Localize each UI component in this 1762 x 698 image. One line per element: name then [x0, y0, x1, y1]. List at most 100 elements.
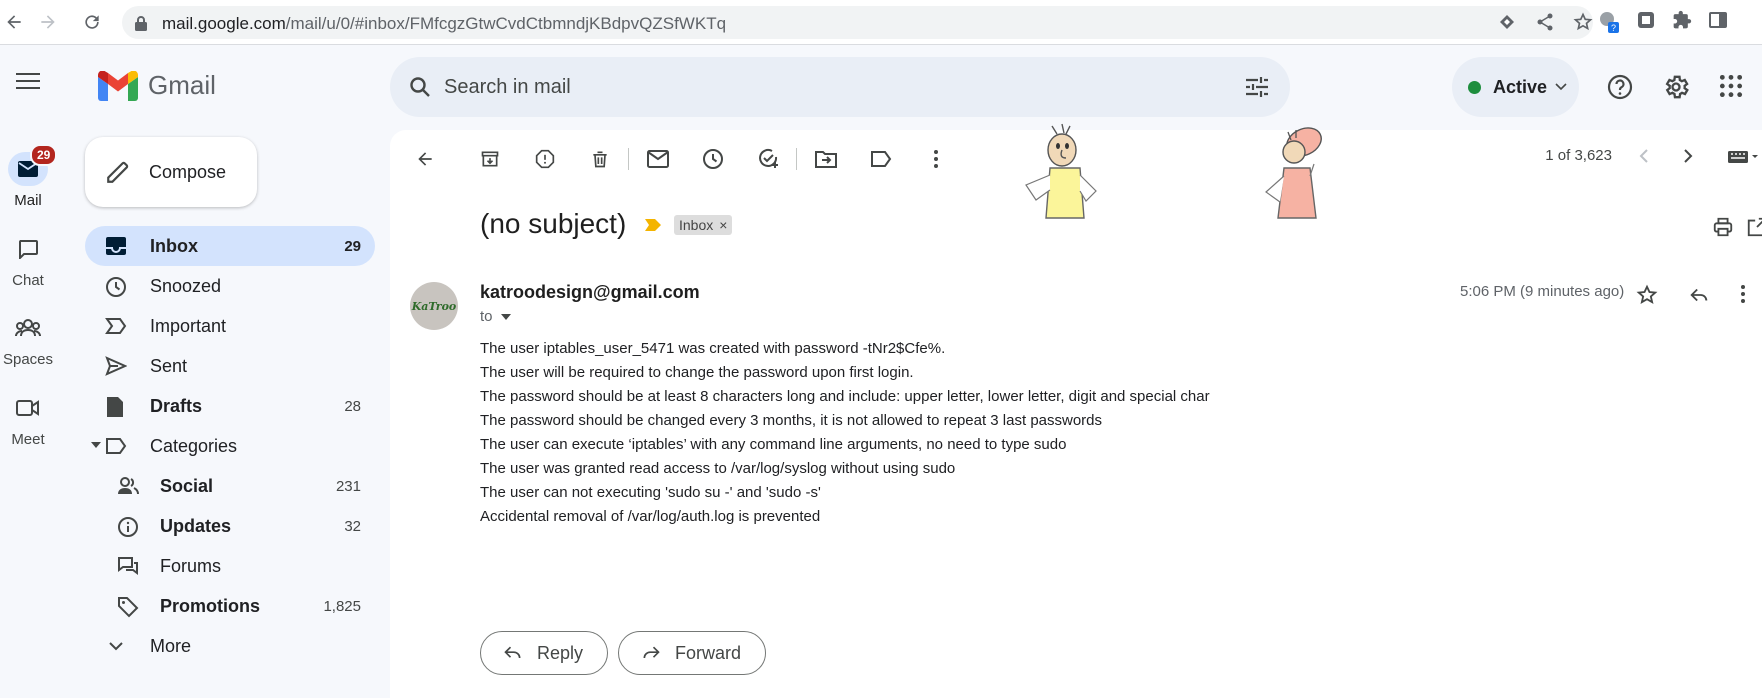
- search-input[interactable]: Search in mail: [444, 76, 571, 99]
- rail-item-chat[interactable]: Chat: [0, 232, 56, 289]
- forward-arrow-icon[interactable]: [36, 10, 60, 34]
- status-selector[interactable]: Active: [1452, 57, 1579, 117]
- avatar[interactable]: KaTroo: [410, 282, 458, 330]
- nav-item-sent[interactable]: Sent: [85, 346, 375, 386]
- svg-text:?: ?: [1611, 23, 1616, 33]
- back-arrow-icon[interactable]: [2, 10, 26, 34]
- report-spam-icon[interactable]: [530, 144, 560, 174]
- search-options-icon[interactable]: [1244, 75, 1270, 99]
- rail-item-mail[interactable]: 29 Mail: [0, 144, 58, 209]
- extension-badge-icon[interactable]: ?: [1598, 10, 1620, 34]
- help-icon[interactable]: [1606, 73, 1634, 101]
- rail-item-meet[interactable]: Meet: [0, 391, 56, 448]
- chevron-down-icon: [1555, 83, 1567, 91]
- lens-icon[interactable]: [1497, 12, 1517, 32]
- avatar-logo-text: KaTroo: [411, 299, 457, 313]
- draft-icon: [105, 396, 125, 418]
- share-icon[interactable]: [1535, 12, 1555, 32]
- rail-label: Mail: [14, 192, 42, 209]
- caret-down-icon[interactable]: [91, 442, 101, 448]
- move-to-icon[interactable]: [811, 144, 841, 174]
- info-icon: [117, 516, 139, 538]
- toolbar-divider: [796, 148, 797, 170]
- message-body: The user iptables_user_5471 was created …: [480, 337, 1210, 529]
- add-to-tasks-icon[interactable]: [753, 144, 783, 174]
- delete-icon[interactable]: [585, 144, 615, 174]
- mark-unread-icon[interactable]: [643, 144, 673, 174]
- url-text: mail.google.com/mail/u/0/#inbox/FMfcgzGt…: [162, 14, 727, 33]
- lock-icon: [134, 15, 148, 31]
- nav-count: 1,825: [323, 598, 361, 615]
- back-to-inbox-icon[interactable]: [410, 144, 440, 174]
- rail-item-spaces[interactable]: Spaces: [0, 311, 56, 368]
- mail-unread-badge: 29: [30, 144, 58, 166]
- rail-label: Meet: [11, 431, 45, 448]
- older-chevron-icon[interactable]: [1678, 146, 1698, 166]
- recipients-line[interactable]: to: [480, 308, 511, 325]
- nav-item-inbox[interactable]: Inbox 29: [85, 226, 375, 266]
- print-icon[interactable]: [1712, 216, 1734, 238]
- nav-item-more[interactable]: More: [85, 626, 375, 666]
- nav-item-forums[interactable]: Forums: [85, 546, 375, 586]
- nav-label: Important: [150, 316, 227, 336]
- label-chip-text: Inbox: [679, 217, 714, 233]
- important-marker-icon[interactable]: [644, 218, 662, 232]
- newer-chevron-icon[interactable]: [1634, 146, 1654, 166]
- more-vert-icon[interactable]: [1740, 284, 1746, 306]
- apps-grid-icon[interactable]: [1718, 73, 1744, 101]
- nav-item-drafts[interactable]: Drafts 28: [85, 386, 375, 426]
- extension-icon[interactable]: [1636, 10, 1656, 34]
- remove-label-icon[interactable]: ×: [719, 217, 727, 233]
- side-panel-icon[interactable]: [1708, 10, 1728, 34]
- inbox-icon: [105, 236, 127, 256]
- search-icon[interactable]: [408, 75, 432, 99]
- gmail-m-icon: [98, 70, 138, 101]
- recipients-dropdown-icon[interactable]: [500, 313, 511, 320]
- archive-icon[interactable]: [475, 144, 505, 174]
- nav-item-categories[interactable]: Categories: [85, 426, 375, 466]
- main-menu-icon[interactable]: [16, 72, 40, 90]
- compose-button[interactable]: Compose: [85, 137, 257, 207]
- label-as-icon[interactable]: [866, 144, 896, 174]
- tag-icon: [117, 596, 139, 618]
- status-dot: [1468, 80, 1481, 94]
- message-timestamp: 5:06 PM (9 minutes ago): [1460, 283, 1625, 300]
- label-chip-inbox: Inbox ×: [674, 215, 733, 235]
- rail-label: Spaces: [2, 351, 54, 368]
- cartoon-character-pink: [1252, 120, 1342, 220]
- input-tools-icon[interactable]: [1728, 150, 1758, 164]
- meet-icon: [8, 391, 48, 425]
- app-name: Gmail: [148, 70, 216, 100]
- nav-item-promotions[interactable]: Promotions 1,825: [85, 586, 375, 626]
- open-new-window-icon[interactable]: [1746, 216, 1762, 238]
- nav-item-updates[interactable]: Updates 32: [85, 506, 375, 546]
- body-line: The user can not executing 'sudo su -' a…: [480, 484, 821, 501]
- body-line: The user was granted read access to /var…: [480, 460, 956, 477]
- star-icon[interactable]: [1636, 284, 1658, 306]
- reply-button[interactable]: Reply: [480, 631, 609, 675]
- sender-email[interactable]: katroodesign@gmail.com: [480, 282, 700, 303]
- snooze-clock-icon[interactable]: [698, 144, 728, 174]
- send-icon: [105, 356, 127, 376]
- settings-gear-icon[interactable]: [1662, 73, 1690, 101]
- forward-button[interactable]: Forward: [618, 631, 767, 675]
- reload-icon[interactable]: [80, 10, 104, 34]
- nav-item-social[interactable]: Social 231: [85, 466, 375, 506]
- nav-count: 231: [335, 478, 361, 495]
- search-bar[interactable]: Search in mail: [390, 57, 1290, 117]
- bookmark-star-icon[interactable]: [1573, 12, 1593, 32]
- gmail-logo[interactable]: Gmail: [98, 70, 216, 101]
- forward-label: Forward: [675, 642, 742, 663]
- nav-label: More: [150, 636, 192, 656]
- spaces-icon: [8, 311, 48, 345]
- browser-toolbar: mail.google.com/mail/u/0/#inbox/FMfcgzGt…: [0, 0, 1762, 45]
- nav-label: Snoozed: [150, 276, 222, 296]
- nav-item-important[interactable]: Important: [85, 306, 375, 346]
- nav-item-snoozed[interactable]: Snoozed: [85, 266, 375, 306]
- cartoon-character-yellow: [1022, 120, 1114, 220]
- address-bar[interactable]: mail.google.com/mail/u/0/#inbox/FMfcgzGt…: [122, 6, 1593, 39]
- puzzle-icon[interactable]: [1672, 10, 1692, 34]
- forward-arrow-icon: [643, 646, 660, 659]
- reply-icon[interactable]: [1688, 284, 1710, 306]
- more-vert-icon[interactable]: [921, 144, 951, 174]
